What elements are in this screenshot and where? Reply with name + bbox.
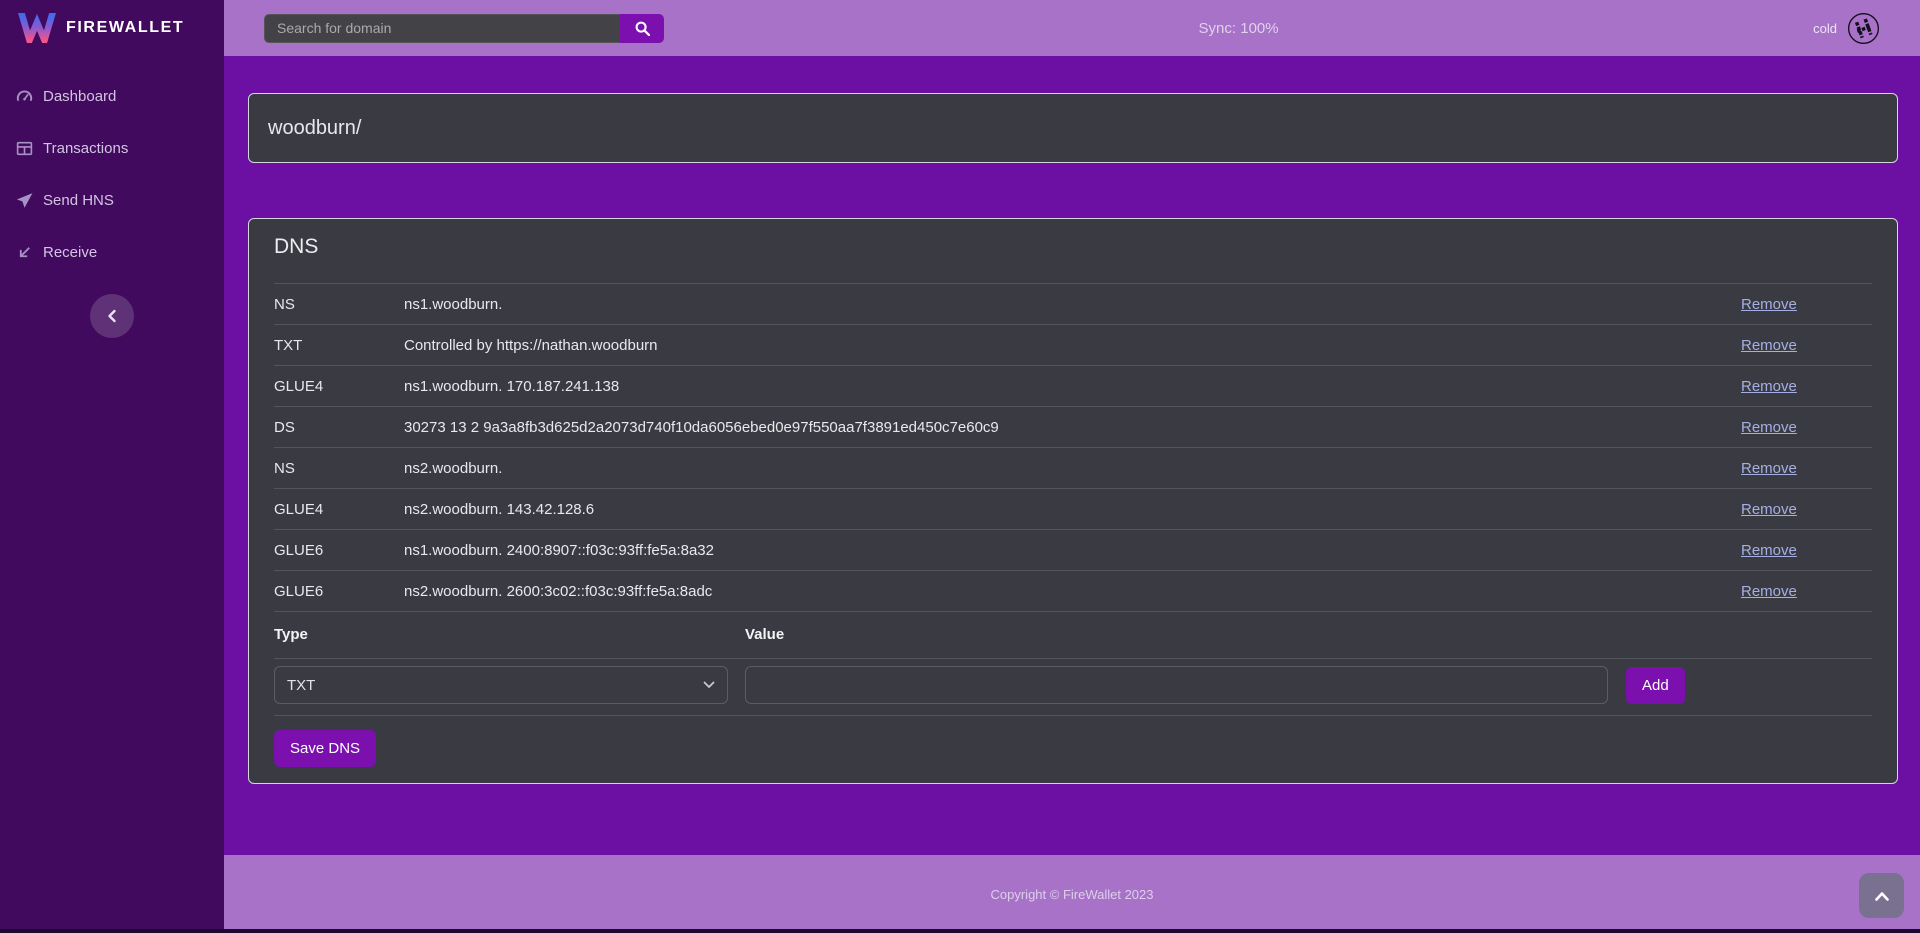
remove-record-link[interactable]: Remove — [1741, 419, 1797, 436]
record-value-input[interactable] — [745, 666, 1608, 704]
topbar: Sync: 100% cold — [224, 0, 1920, 56]
type-column-header: Type — [274, 626, 745, 643]
send-icon — [16, 192, 33, 209]
remove-record-link[interactable]: Remove — [1741, 460, 1797, 477]
content-column: Sync: 100% cold woodburn/ DNS NS — [224, 0, 1920, 933]
dns-record-row: TXT Controlled by https://nathan.woodbur… — [274, 324, 1872, 365]
record-value: ns1.woodburn. 2400:8907::f03c:93ff:fe5a:… — [404, 542, 1741, 559]
dns-record-row: GLUE4 ns1.woodburn. 170.187.241.138 Remo… — [274, 365, 1872, 406]
record-type: TXT — [274, 337, 404, 354]
record-type: GLUE4 — [274, 378, 404, 395]
wallet-name: cold — [1813, 21, 1837, 36]
sidebar-collapse-button[interactable] — [90, 294, 134, 338]
remove-record-link[interactable]: Remove — [1741, 296, 1797, 313]
dns-records-table: NS ns1.woodburn. Remove TXT Controlled b… — [274, 283, 1872, 611]
sidebar-item-send-hns[interactable]: Send HNS — [0, 174, 224, 226]
sidebar-nav: Dashboard Transactions Send HNS Receive — [0, 70, 224, 278]
domain-header-card: woodburn/ — [248, 93, 1898, 163]
domain-search-form — [264, 14, 664, 43]
copyright-text: Copyright © FireWallet 2023 — [991, 887, 1154, 902]
sidebar-item-label: Transactions — [43, 140, 128, 157]
remove-record-link[interactable]: Remove — [1741, 542, 1797, 559]
record-type-select[interactable]: TXT — [274, 666, 728, 704]
chevron-left-icon — [106, 309, 118, 323]
record-type: GLUE6 — [274, 583, 404, 600]
search-icon — [635, 21, 650, 36]
search-input[interactable] — [264, 14, 620, 43]
remove-record-link[interactable]: Remove — [1741, 501, 1797, 518]
brand[interactable]: FIREWALLET — [0, 0, 224, 56]
dns-record-row: DS 30273 13 2 9a3a8fb3d625d2a2073d740f10… — [274, 406, 1872, 447]
dns-record-row: GLUE6 ns1.woodburn. 2400:8907::f03c:93ff… — [274, 529, 1872, 570]
sync-status: Sync: 100% — [1199, 20, 1279, 37]
record-type: NS — [274, 460, 404, 477]
dashboard-icon — [16, 88, 33, 105]
sidebar-item-label: Dashboard — [43, 88, 116, 105]
sidebar-item-label: Receive — [43, 244, 97, 261]
brand-name: FIREWALLET — [66, 19, 184, 37]
record-type: GLUE4 — [274, 501, 404, 518]
window-bottom-edge — [0, 929, 1920, 933]
add-record-button[interactable]: Add — [1626, 667, 1685, 704]
record-value: ns1.woodburn. 170.187.241.138 — [404, 378, 1741, 395]
search-button[interactable] — [620, 14, 664, 43]
dns-record-row: GLUE4 ns2.woodburn. 143.42.128.6 Remove — [274, 488, 1872, 529]
remove-record-link[interactable]: Remove — [1741, 583, 1797, 600]
firewallet-logo-icon — [18, 13, 56, 43]
dns-record-row: GLUE6 ns2.woodburn. 2600:3c02::f03c:93ff… — [274, 570, 1872, 611]
dns-card: DNS NS ns1.woodburn. Remove TXT Controll… — [248, 218, 1898, 784]
chevron-up-icon — [1875, 891, 1889, 901]
remove-record-link[interactable]: Remove — [1741, 378, 1797, 395]
transactions-icon — [16, 140, 33, 157]
add-record-form: TXT Add — [274, 658, 1872, 716]
dns-record-row: NS ns2.woodburn. Remove — [274, 447, 1872, 488]
record-type: GLUE6 — [274, 542, 404, 559]
dns-section-title: DNS — [274, 235, 1872, 259]
page-title: woodburn/ — [268, 117, 361, 140]
record-value: ns1.woodburn. — [404, 296, 1741, 313]
save-dns-button[interactable]: Save DNS — [274, 730, 376, 767]
sidebar: FIREWALLET Dashboard Transactions Send H… — [0, 0, 224, 933]
record-type: NS — [274, 296, 404, 313]
sidebar-item-receive[interactable]: Receive — [0, 226, 224, 278]
wallet-indicator[interactable]: cold — [1813, 12, 1880, 45]
handshake-logo-icon — [1847, 12, 1880, 45]
record-value: Controlled by https://nathan.woodburn — [404, 337, 1741, 354]
scroll-to-top-button[interactable] — [1859, 873, 1904, 918]
footer: Copyright © FireWallet 2023 — [224, 855, 1920, 933]
record-type: DS — [274, 419, 404, 436]
record-value: ns2.woodburn. 143.42.128.6 — [404, 501, 1741, 518]
sidebar-item-label: Send HNS — [43, 192, 114, 209]
receive-icon — [16, 244, 33, 261]
dns-form-header: Type Value — [274, 611, 1872, 658]
value-column-header: Value — [745, 626, 784, 643]
sidebar-item-transactions[interactable]: Transactions — [0, 122, 224, 174]
dns-record-row: NS ns1.woodburn. Remove — [274, 283, 1872, 324]
record-value: ns2.woodburn. — [404, 460, 1741, 477]
remove-record-link[interactable]: Remove — [1741, 337, 1797, 354]
record-value: ns2.woodburn. 2600:3c02::f03c:93ff:fe5a:… — [404, 583, 1741, 600]
record-value: 30273 13 2 9a3a8fb3d625d2a2073d740f10da6… — [404, 419, 1741, 436]
main-content: woodburn/ DNS NS ns1.woodburn. Remove TX… — [224, 56, 1920, 855]
sidebar-item-dashboard[interactable]: Dashboard — [0, 70, 224, 122]
